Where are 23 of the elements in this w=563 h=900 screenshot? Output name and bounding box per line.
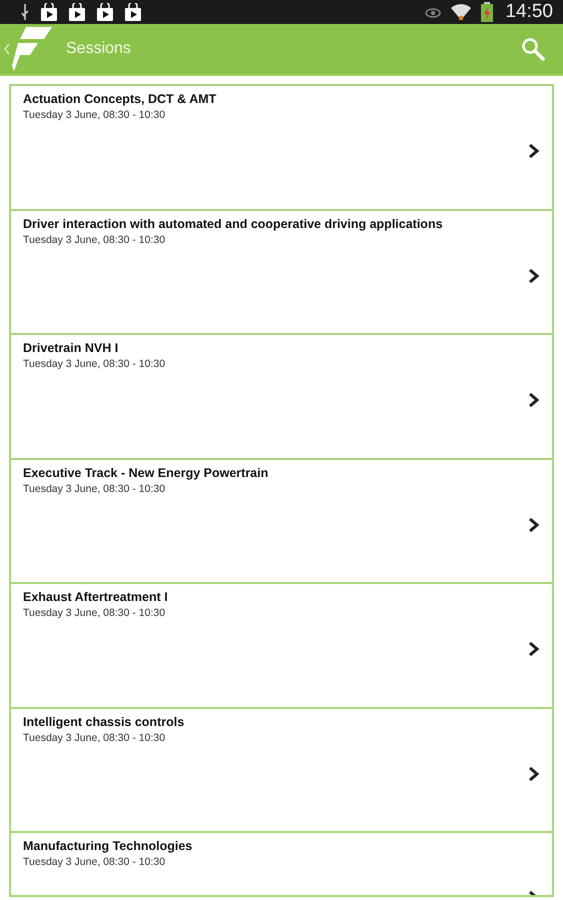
session-title: Actuation Concepts, DCT & AMT [23,92,218,106]
session-title: Driver interaction with automated and cooperative driving applications [23,216,444,230]
session-item[interactable]: Executive Track - New Energy Powertrain Tuesday 3 June, 08:30 - 10:30 [9,458,554,582]
session-item[interactable]: Intelligent chassis controls Tuesday 3 June, 08:30 - 10:30 [9,706,554,831]
session-title: Intelligent chassis controls [23,714,186,728]
session-item[interactable]: Actuation Concepts, DCT & AMT Tuesday 3 June, 08:30 - 10:30 [9,84,554,208]
session-title: Manufacturing Technologies [23,839,194,853]
session-item[interactable]: Manufacturing Technologies Tuesday 3 June, 08:30 - 10:30 [9,831,554,895]
session-item[interactable]: Exhaust Aftertreatment I Tuesday 3 June, 08:30 - 10:30 [9,582,554,706]
session-item[interactable]: Drivetrain NVH I Tuesday 3 June, 08:30 - 10:30 [9,333,554,458]
session-time: Tuesday 3 June, 08:30 - 10:30 [23,732,166,744]
screen-title: Sessions [66,40,132,58]
session-title: Drivetrain NVH I [23,341,120,355]
session-time: Tuesday 3 June, 08:30 - 10:30 [23,856,166,868]
session-time: Tuesday 3 June, 08:30 - 10:30 [23,607,166,619]
session-title: Exhaust Aftertreatment I [23,590,169,604]
clock-time: 14:50 [505,1,553,23]
session-time: Tuesday 3 June, 08:30 - 10:30 [23,358,166,370]
session-time: Tuesday 3 June, 08:30 - 10:30 [23,482,166,494]
session-item[interactable]: Driver interaction with automated and cooperative driving applications Tuesday 3 June, 08:30 - 10:30 [9,208,554,333]
session-time: Tuesday 3 June, 08:30 - 10:30 [23,234,166,246]
session-time: Tuesday 3 June, 08:30 - 10:30 [23,109,166,121]
session-title: Executive Track - New Energy Powertrain [23,466,270,480]
